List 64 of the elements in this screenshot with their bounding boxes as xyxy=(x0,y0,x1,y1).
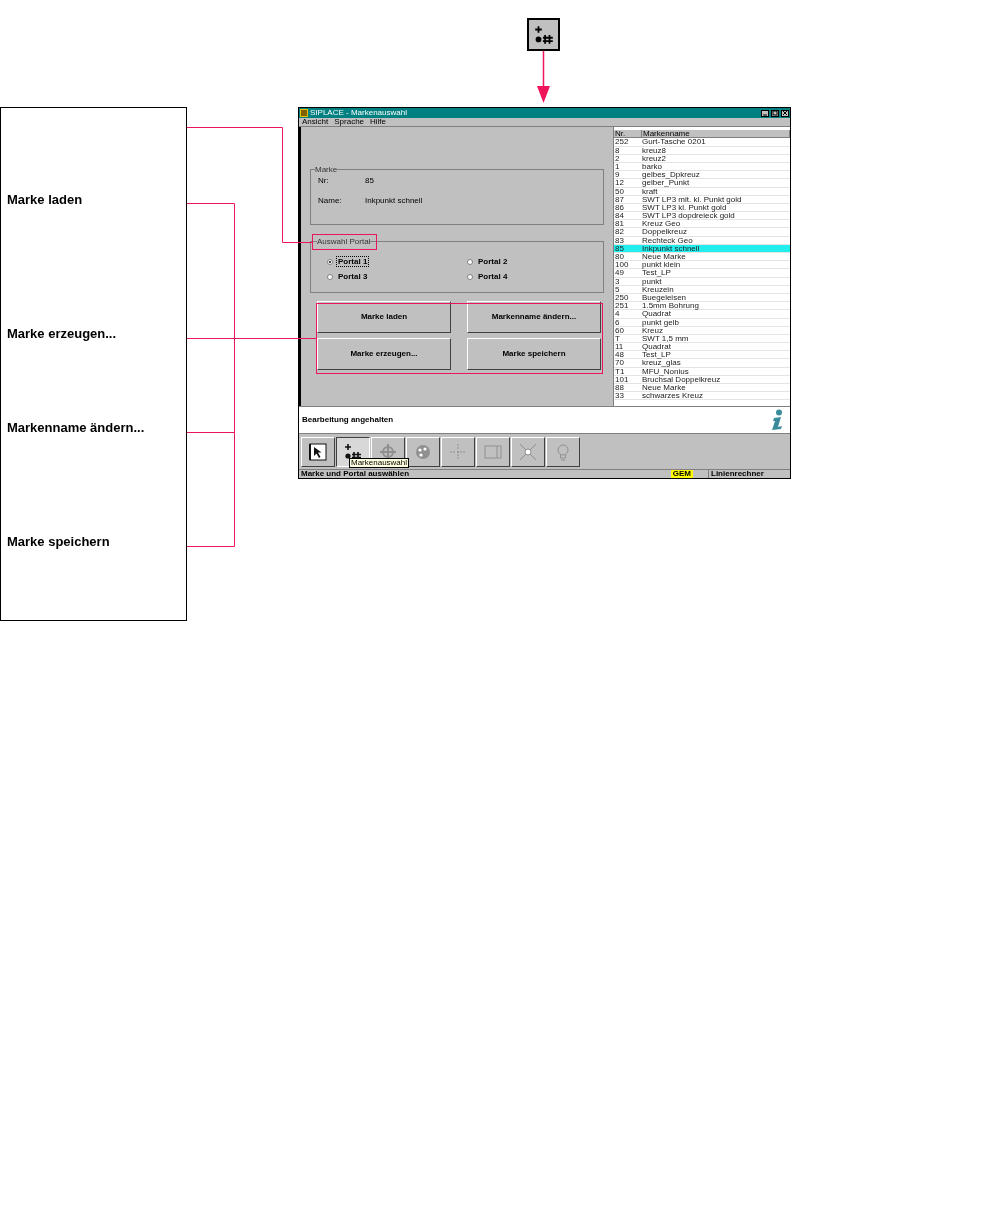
menu-item[interactable]: Ansicht xyxy=(302,118,329,126)
list-row[interactable]: 33 schwarzes Kreuz xyxy=(614,392,790,401)
status-hint: Marke und Portal auswählen xyxy=(301,470,411,478)
radio-label: Portal 2 xyxy=(477,256,509,267)
menu-item[interactable]: Sprache xyxy=(334,118,365,126)
field-label: Nr: xyxy=(317,176,330,186)
list-row[interactable]: 8 kreuz8 xyxy=(614,146,790,155)
list-row[interactable]: 4 Quadrat xyxy=(614,310,790,319)
field-value: 85 xyxy=(365,176,374,186)
list-row[interactable]: 70 kreuz_glas xyxy=(614,359,790,368)
list-row[interactable]: 252 Gurt-Tasche 0201 xyxy=(614,138,790,147)
action-button[interactable]: Marke erzeugen... xyxy=(317,338,451,370)
callout-label: Marke speichern xyxy=(7,534,111,550)
pointer-icon xyxy=(308,441,328,462)
status-message: Bearbeitung angehalten xyxy=(302,414,394,426)
minimize-button[interactable] xyxy=(761,109,769,117)
list-row[interactable]: 49 Test_LP xyxy=(614,269,790,278)
column-header[interactable]: Markenname xyxy=(642,130,790,138)
list-row[interactable]: 5 Kreuzein xyxy=(614,285,790,294)
radio-button[interactable] xyxy=(327,258,333,265)
info-icon[interactable] xyxy=(770,409,784,431)
radio-label: Portal 3 xyxy=(337,271,369,282)
close-button[interactable] xyxy=(781,109,789,117)
list-row[interactable]: 3 punkt xyxy=(614,277,790,286)
window-title: SIPLACE - Markenauswahl xyxy=(310,108,408,118)
action-button[interactable]: Markenname ändern... xyxy=(467,301,601,333)
column-header[interactable]: Nr. xyxy=(614,130,642,138)
highlight-frame xyxy=(312,234,377,250)
list-row[interactable]: 60 Kreuz xyxy=(614,326,790,335)
field-value: Inkpunkt schnell xyxy=(365,196,423,206)
menu-item[interactable]: Hilfe xyxy=(370,118,387,126)
group-label: Marke xyxy=(315,165,338,174)
crossed-circle-icon xyxy=(518,441,538,462)
callout-label: Marke laden xyxy=(7,192,84,208)
tooltip: Markenauswahl xyxy=(349,458,410,468)
status-computer: Linienrechner xyxy=(708,470,790,478)
marker-icon xyxy=(343,441,363,462)
list-row[interactable]: 48 Test_LP xyxy=(614,351,790,360)
list-row[interactable]: 2 kreuz2 xyxy=(614,154,790,163)
field-label: Name: xyxy=(317,196,343,206)
radio-button[interactable] xyxy=(467,258,473,265)
list-row[interactable]: T1 MFU_Nonius xyxy=(614,367,790,376)
list-row[interactable]: 83 Rechteck Geo xyxy=(614,236,790,245)
list-row[interactable]: 87 SWT LP3 mit. kl. Punkt gold xyxy=(614,195,790,204)
radio-button[interactable] xyxy=(327,273,333,280)
list-row[interactable]: 50 kraft xyxy=(614,187,790,196)
list-row[interactable]: 6 punkt gelb xyxy=(614,318,790,327)
list-row[interactable]: 1 barko xyxy=(614,162,790,172)
radio-label: Portal 1 xyxy=(336,256,370,267)
marker-tool-icon xyxy=(527,18,560,51)
crosshair-icon xyxy=(448,441,468,462)
callout-label: Markenname ändern... xyxy=(7,420,146,436)
maximize-button[interactable] xyxy=(771,109,779,117)
list-row[interactable]: 12 gelber_Punkt xyxy=(614,179,790,188)
action-button[interactable]: Marke laden xyxy=(317,301,451,333)
radio-button[interactable] xyxy=(467,273,473,280)
app-icon xyxy=(300,109,308,117)
action-button[interactable]: Marke speichern xyxy=(467,338,601,370)
list-row[interactable]: 82 Doppelkreuz xyxy=(614,228,790,237)
callout-label: Marke erzeugen... xyxy=(7,326,118,342)
status-badge: GEM xyxy=(670,470,693,478)
radio-label: Portal 4 xyxy=(477,271,509,282)
arrow xyxy=(537,50,550,103)
group-label: Auswahl Portal xyxy=(317,237,371,246)
